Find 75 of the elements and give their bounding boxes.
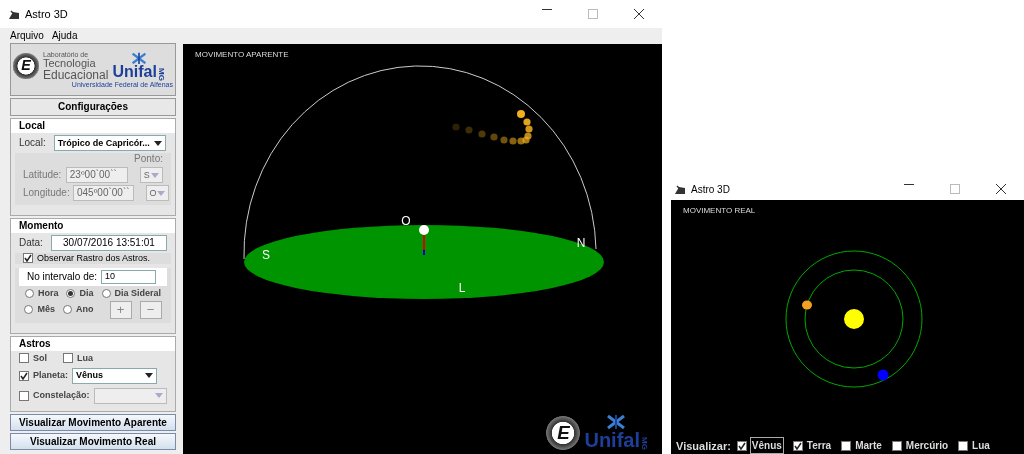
checkbox[interactable] xyxy=(63,353,73,364)
scene-title: MOVIMENTO REAL xyxy=(683,205,756,217)
field-label: No intervalo de: xyxy=(27,270,98,283)
logo-text: Tecnologia xyxy=(43,58,96,69)
checkbox[interactable] xyxy=(19,370,29,381)
planet xyxy=(877,369,889,381)
checkbox-label[interactable]: Mercúrio xyxy=(905,438,949,454)
checkbox[interactable] xyxy=(841,440,852,451)
logo-mark: E xyxy=(13,53,39,79)
logo-text: Educacional xyxy=(43,69,109,81)
checkbox-label[interactable]: Sol xyxy=(33,353,47,364)
checkbox[interactable] xyxy=(891,440,902,451)
checkbox[interactable] xyxy=(19,353,29,364)
field-label: Ponto: xyxy=(134,153,163,165)
menu-item[interactable]: Ajuda xyxy=(51,28,78,42)
section-heading: Local xyxy=(11,119,175,133)
close-icon[interactable] xyxy=(634,9,644,19)
interval-field[interactable]: 10 xyxy=(101,269,157,284)
cross-logo-icon xyxy=(606,414,627,430)
scene-title: MOVIMENTO APARENTE xyxy=(195,49,289,61)
app-icon xyxy=(674,184,686,195)
logo-brand: Unifal xyxy=(584,430,640,450)
cardinal-label: N xyxy=(576,236,586,250)
cardinal-label: L xyxy=(458,281,466,295)
section-heading: Momento xyxy=(11,219,175,233)
date-field[interactable]: 30/07/2016 13:51:01 xyxy=(50,235,167,251)
checkbox[interactable] xyxy=(19,390,29,401)
checkbox-label[interactable]: Planeta: xyxy=(33,370,68,382)
logo-mark: E xyxy=(546,416,581,450)
radio-label[interactable]: Mês xyxy=(37,304,55,315)
logo-brand: Unifal xyxy=(112,64,157,81)
close-icon[interactable] xyxy=(996,184,1006,194)
cardinal-label: S xyxy=(262,248,270,262)
checkbox-label[interactable]: Vênus xyxy=(750,438,783,454)
checkbox[interactable] xyxy=(958,440,969,451)
checkbox-label[interactable]: Lua xyxy=(77,353,94,364)
field-label: Longitude: xyxy=(23,187,69,199)
sun xyxy=(844,309,864,329)
cardinal-label: O xyxy=(401,214,411,228)
radio-label[interactable]: Hora xyxy=(37,287,59,299)
action-button[interactable]: Visualizar Movimento Real xyxy=(10,433,176,450)
radio-label[interactable]: Ano xyxy=(76,304,94,315)
field-label: Data: xyxy=(19,237,43,249)
logo-suffix: MG xyxy=(156,67,165,81)
checkbox[interactable] xyxy=(792,440,803,451)
caret-icon[interactable] xyxy=(153,140,162,146)
radio-button[interactable] xyxy=(24,305,34,315)
field-label: Local: xyxy=(19,137,46,149)
radio-button[interactable] xyxy=(101,288,111,298)
app-icon xyxy=(8,9,20,20)
radio-label[interactable]: Dia xyxy=(79,287,94,299)
window-title: Astro 3D xyxy=(25,6,68,22)
section-heading: Astros xyxy=(11,337,175,351)
cross-logo-icon xyxy=(130,51,147,65)
checkbox-label[interactable]: Terra xyxy=(806,438,832,454)
checkbox-label[interactable]: Constelação: xyxy=(33,390,90,402)
field-label: Visualizar: xyxy=(676,438,731,454)
checkbox-label[interactable]: Lua xyxy=(972,438,990,454)
window-title: Astro 3D xyxy=(691,182,730,197)
planet xyxy=(802,300,812,310)
radio-label[interactable]: Dia Sideral xyxy=(114,287,162,299)
section-header: Configurações xyxy=(10,98,176,116)
planet-dropdown[interactable]: Vênus xyxy=(72,367,157,384)
radio-button[interactable] xyxy=(24,288,34,298)
caret-icon[interactable] xyxy=(145,373,153,379)
checkbox[interactable] xyxy=(736,440,747,451)
field-label: Latitude: xyxy=(23,169,62,181)
radio-button[interactable] xyxy=(63,305,72,315)
radio-button[interactable] xyxy=(66,288,76,298)
checkbox-label[interactable]: Marte xyxy=(855,438,882,454)
checkbox[interactable] xyxy=(23,253,33,264)
logo-suffix: MG xyxy=(640,437,648,450)
action-button[interactable]: Visualizar Movimento Aparente xyxy=(10,414,176,431)
menu-item[interactable]: Arquivo xyxy=(10,28,44,42)
observer-drawing xyxy=(419,225,429,256)
